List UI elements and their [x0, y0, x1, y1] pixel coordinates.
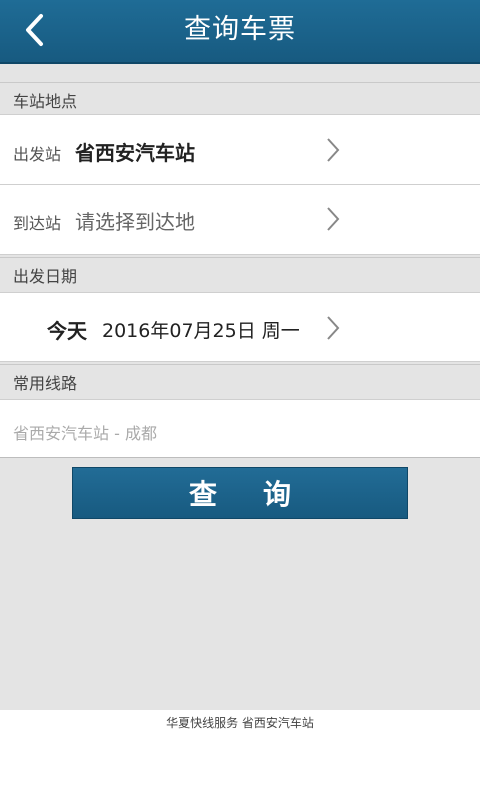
page-title: 查询车票 — [184, 14, 296, 45]
departure-value: 省西安汽车站 — [75, 141, 195, 165]
date-value: 2016年07月25日 周一 — [102, 320, 300, 342]
common-route-item[interactable]: 省西安汽车站 - 成都 — [0, 399, 480, 458]
today-label: 今天 — [47, 319, 87, 343]
section-header-date: 出发日期 — [0, 257, 480, 293]
chevron-right-icon — [327, 316, 340, 340]
section-header-stations: 车站地点 — [0, 82, 480, 118]
footer: 华夏快线服务 省西安汽车站 — [0, 710, 480, 800]
departure-label: 出发站 — [13, 145, 62, 164]
query-button-char-2: 询 — [263, 478, 292, 511]
chevron-right-icon — [327, 138, 340, 162]
query-button[interactable]: 查 询 — [72, 467, 408, 519]
chevron-right-icon — [327, 207, 340, 231]
departure-station-row[interactable]: 出发站 省西安汽车站 — [0, 114, 480, 185]
arrival-label: 到达站 — [13, 214, 62, 233]
query-button-char-1: 查 — [188, 478, 217, 511]
arrival-station-row[interactable]: 到达站 请选择到达地 — [0, 185, 480, 255]
section-header-routes: 常用线路 — [0, 364, 480, 400]
arrival-value: 请选择到达地 — [75, 210, 195, 234]
footer-text: 华夏快线服务 省西安汽车站 — [166, 716, 314, 730]
top-bar: 查询车票 — [0, 0, 480, 64]
departure-date-row[interactable]: 今天 2016年07月25日 周一 — [0, 292, 480, 362]
route-text: 省西安汽车站 - 成都 — [13, 424, 157, 443]
